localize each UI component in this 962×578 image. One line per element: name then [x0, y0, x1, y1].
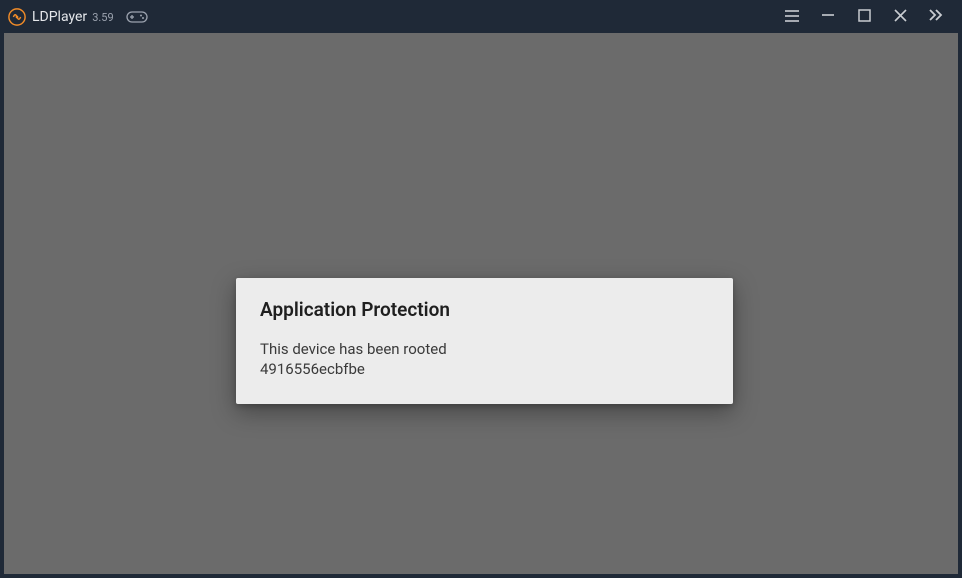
- menu-button[interactable]: [774, 0, 810, 33]
- close-button[interactable]: [882, 0, 918, 33]
- dialog-message: This device has been rooted 4916556ecbfb…: [260, 339, 709, 380]
- app-logo-icon: [8, 8, 26, 26]
- titlebar-controls: [774, 0, 954, 33]
- minimize-button[interactable]: [810, 0, 846, 33]
- minimize-icon: [821, 7, 835, 26]
- dialog-message-line: 4916556ecbfbe: [260, 359, 709, 379]
- app-version: 3.59: [92, 11, 113, 24]
- close-icon: [894, 7, 907, 26]
- chevron-double-right-icon: [928, 7, 944, 26]
- titlebar: LDPlayer 3.59: [0, 0, 962, 33]
- gamepad-icon[interactable]: [126, 10, 148, 24]
- hamburger-icon: [785, 7, 799, 26]
- dialog-message-line: This device has been rooted: [260, 339, 709, 359]
- expand-sidebar-button[interactable]: [918, 0, 954, 33]
- emulator-display: Application Protection This device has b…: [4, 33, 958, 574]
- maximize-icon: [858, 7, 871, 26]
- maximize-button[interactable]: [846, 0, 882, 33]
- dialog-title: Application Protection: [260, 298, 709, 321]
- titlebar-left: LDPlayer 3.59: [8, 8, 148, 26]
- application-protection-dialog: Application Protection This device has b…: [236, 278, 733, 404]
- app-name: LDPlayer: [32, 9, 87, 25]
